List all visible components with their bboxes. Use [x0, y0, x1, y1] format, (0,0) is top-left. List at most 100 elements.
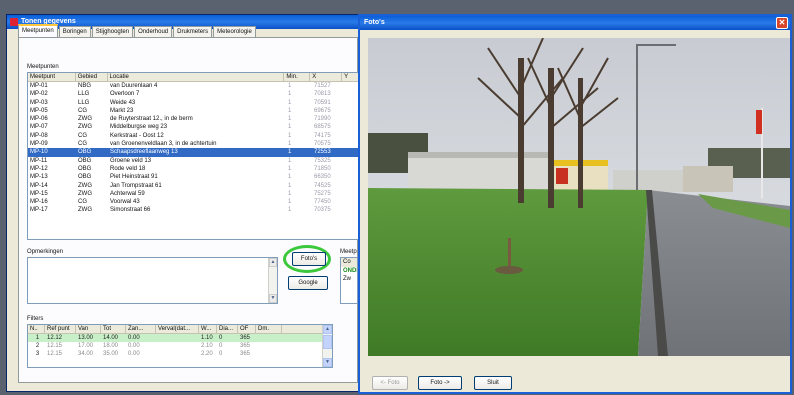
cell-min: 1	[288, 182, 292, 189]
next-photo-button[interactable]: Foto ->	[418, 376, 462, 390]
table-row[interactable]: MP-01 NBG van Duurenlaan 4 1 71527	[28, 82, 361, 90]
google-button[interactable]: Google	[288, 276, 328, 290]
cell-x: 77450	[314, 199, 331, 206]
meetpunt-side-list[interactable]: Co ONDE Zw	[340, 257, 358, 304]
filter-cell-zan: 0.00	[128, 351, 140, 357]
filter-cell-van: 34.00	[78, 351, 94, 357]
filter-cell-n: 2	[35, 343, 40, 349]
cell-locatie: Markt 23	[110, 107, 134, 114]
tab-stijghoogten[interactable]: Stijghoogten	[91, 26, 134, 37]
table-row[interactable]: MP-15 ZWG Achterwal 59 1 75275	[28, 190, 361, 198]
fcol-w[interactable]: W...	[199, 325, 217, 333]
filters-header: N.. Ref punt Van Tot Zan... Verval(dat..…	[28, 325, 332, 334]
table-row[interactable]: MP-17 ZWG Simonstraat 66 1 70375	[28, 206, 361, 214]
cell-meetpunt: MP-11	[30, 157, 48, 164]
filters-table[interactable]: N.. Ref punt Van Tot Zan... Verval(dat..…	[27, 324, 333, 368]
scroll-up-icon[interactable]: ▲	[269, 258, 277, 267]
table-row[interactable]: MP-11 OBG Groene veld 13 1 75325	[28, 157, 361, 165]
fcol-ref[interactable]: Ref punt	[45, 325, 76, 333]
fcol-tot[interactable]: Tot	[101, 325, 126, 333]
cell-x: 70575	[314, 141, 331, 148]
cell-min: 1	[288, 124, 292, 131]
col-meetpunt[interactable]: Meetpunt	[28, 73, 76, 81]
opmerkingen-field[interactable]: ▲ ▼	[27, 257, 278, 304]
table-row[interactable]: MP-02 LLG Overloon 7 1 70813	[28, 90, 361, 98]
table-row[interactable]: MP-16 CG Voorwal 43 1 77450	[28, 198, 361, 206]
fcol-of[interactable]: OF	[238, 325, 256, 333]
cell-x: 69675	[314, 107, 331, 114]
side-row-2[interactable]: Zw	[341, 275, 357, 283]
cell-gebied: OBG	[78, 157, 92, 164]
fcol-dia[interactable]: Dia...	[217, 325, 238, 333]
cell-gebied: ZWG	[78, 182, 92, 189]
cell-gebied: CG	[78, 107, 87, 114]
photo-window-titlebar[interactable]: Foto's ✕	[360, 16, 790, 30]
photo-window-title: Foto's	[364, 19, 385, 26]
scroll-up-icon[interactable]: ▲	[323, 325, 332, 334]
table-row[interactable]: MP-10 OBG Schaapsdreeflaanweg 13 1 72553	[28, 148, 361, 157]
filter-cell-tot: 14.00	[103, 335, 119, 341]
table-row[interactable]: MP-05 CG Markt 23 1 69675	[28, 107, 361, 115]
cell-x: 70591	[314, 99, 331, 106]
filter-row[interactable]: 3 12.15 34.00 35.00 0.00 2.20 0 365	[28, 350, 332, 358]
cell-gebied: CG	[78, 199, 87, 206]
table-row[interactable]: MP-03 LLG Weide 43 1 70591	[28, 99, 361, 107]
cell-min: 1	[288, 190, 292, 197]
tab-meetpunten[interactable]: Meetpunten	[18, 24, 58, 37]
cell-locatie: Overloon 7	[110, 91, 140, 98]
cell-meetpunt: MP-02	[30, 91, 48, 98]
cell-gebied: CG	[78, 132, 87, 139]
table-row[interactable]: MP-08 CG Kerkstraat - Oost 12 1 74175	[28, 132, 361, 140]
cell-meetpunt: MP-16	[30, 199, 48, 206]
cell-gebied: OBG	[78, 165, 92, 172]
fotos-button[interactable]: Foto's	[292, 252, 326, 266]
fcol-van[interactable]: Van	[76, 325, 101, 333]
close-button[interactable]: Sluit	[474, 376, 512, 390]
table-row[interactable]: MP-12 OBG Rode veld 18 1 71850	[28, 165, 361, 173]
cell-locatie: Simonstraat 66	[110, 207, 151, 214]
filter-cell-tot: 18.00	[103, 343, 119, 349]
table-row[interactable]: MP-13 OBG Piet Heinstraat 91 1 66350	[28, 173, 361, 181]
fcol-zan[interactable]: Zan...	[126, 325, 156, 333]
tab-onderhoud[interactable]: Onderhoud	[134, 26, 173, 37]
cell-locatie: Jan Trompstraat 61	[110, 182, 162, 189]
scroll-thumb[interactable]	[323, 335, 332, 349]
tab-drukmeters[interactable]: Drukmeters	[173, 26, 213, 37]
tab-meteorologie[interactable]: Meteorologie	[213, 26, 256, 37]
fcol-dm[interactable]: Dm.	[256, 325, 282, 333]
col-x[interactable]: X	[310, 73, 343, 81]
col-min[interactable]: Min.	[284, 73, 311, 81]
cell-min: 1	[288, 91, 292, 98]
cell-min: 1	[288, 83, 292, 89]
table-row[interactable]: MP-06 ZWG de Ruyterstraat 12., in de berm 1…	[28, 115, 361, 123]
tab-boringen[interactable]: Boringen	[58, 26, 91, 37]
prev-photo-button[interactable]: <- Foto	[372, 376, 408, 390]
cell-min: 1	[288, 116, 292, 123]
scroll-down-icon[interactable]: ▼	[323, 358, 332, 367]
cell-min: 1	[288, 149, 292, 156]
photo-view	[368, 38, 790, 356]
cell-meetpunt: MP-08	[30, 132, 48, 139]
table-row[interactable]: MP-09 CG van Groenenveldlaan 3, in de acht…	[28, 140, 361, 148]
table-row[interactable]: MP-14 ZWG Jan Trompstraat 61 1 74525	[28, 182, 361, 190]
app-icon	[10, 18, 18, 26]
col-locatie[interactable]: Locatie	[108, 73, 285, 81]
fcol-n[interactable]: N..	[28, 325, 45, 333]
col-gebied[interactable]: Gebied	[76, 73, 108, 81]
close-icon[interactable]: ✕	[776, 17, 788, 29]
filter-cell-n: 3	[35, 351, 40, 357]
cell-x: 74525	[314, 182, 331, 189]
cell-x: 71990	[314, 116, 331, 123]
filter-row[interactable]: 1 12.12 13.00 14.00 0.00 1.10 0 365	[28, 334, 332, 342]
filter-row[interactable]: 2 12.15 17.00 18.00 0.00 2.10 0 365	[28, 342, 332, 350]
side-row-1[interactable]: ONDE	[341, 267, 357, 275]
meetpunten-table[interactable]: Meetpunt Gebied Locatie Min. X Y MP-01 NB…	[27, 72, 362, 240]
table-row[interactable]: MP-07 ZWG Middelburgse weg 23 1 68575	[28, 123, 361, 131]
cell-meetpunt: MP-09	[30, 141, 48, 148]
filters-scrollbar[interactable]: ▲ ▼	[322, 325, 332, 367]
scroll-down-icon[interactable]: ▼	[269, 294, 277, 303]
opmerkingen-scrollbar[interactable]: ▲ ▼	[268, 258, 277, 303]
filter-cell-van: 13.00	[78, 335, 94, 341]
cell-min: 1	[288, 132, 292, 139]
fcol-verval[interactable]: Verval(dat...	[156, 325, 199, 333]
